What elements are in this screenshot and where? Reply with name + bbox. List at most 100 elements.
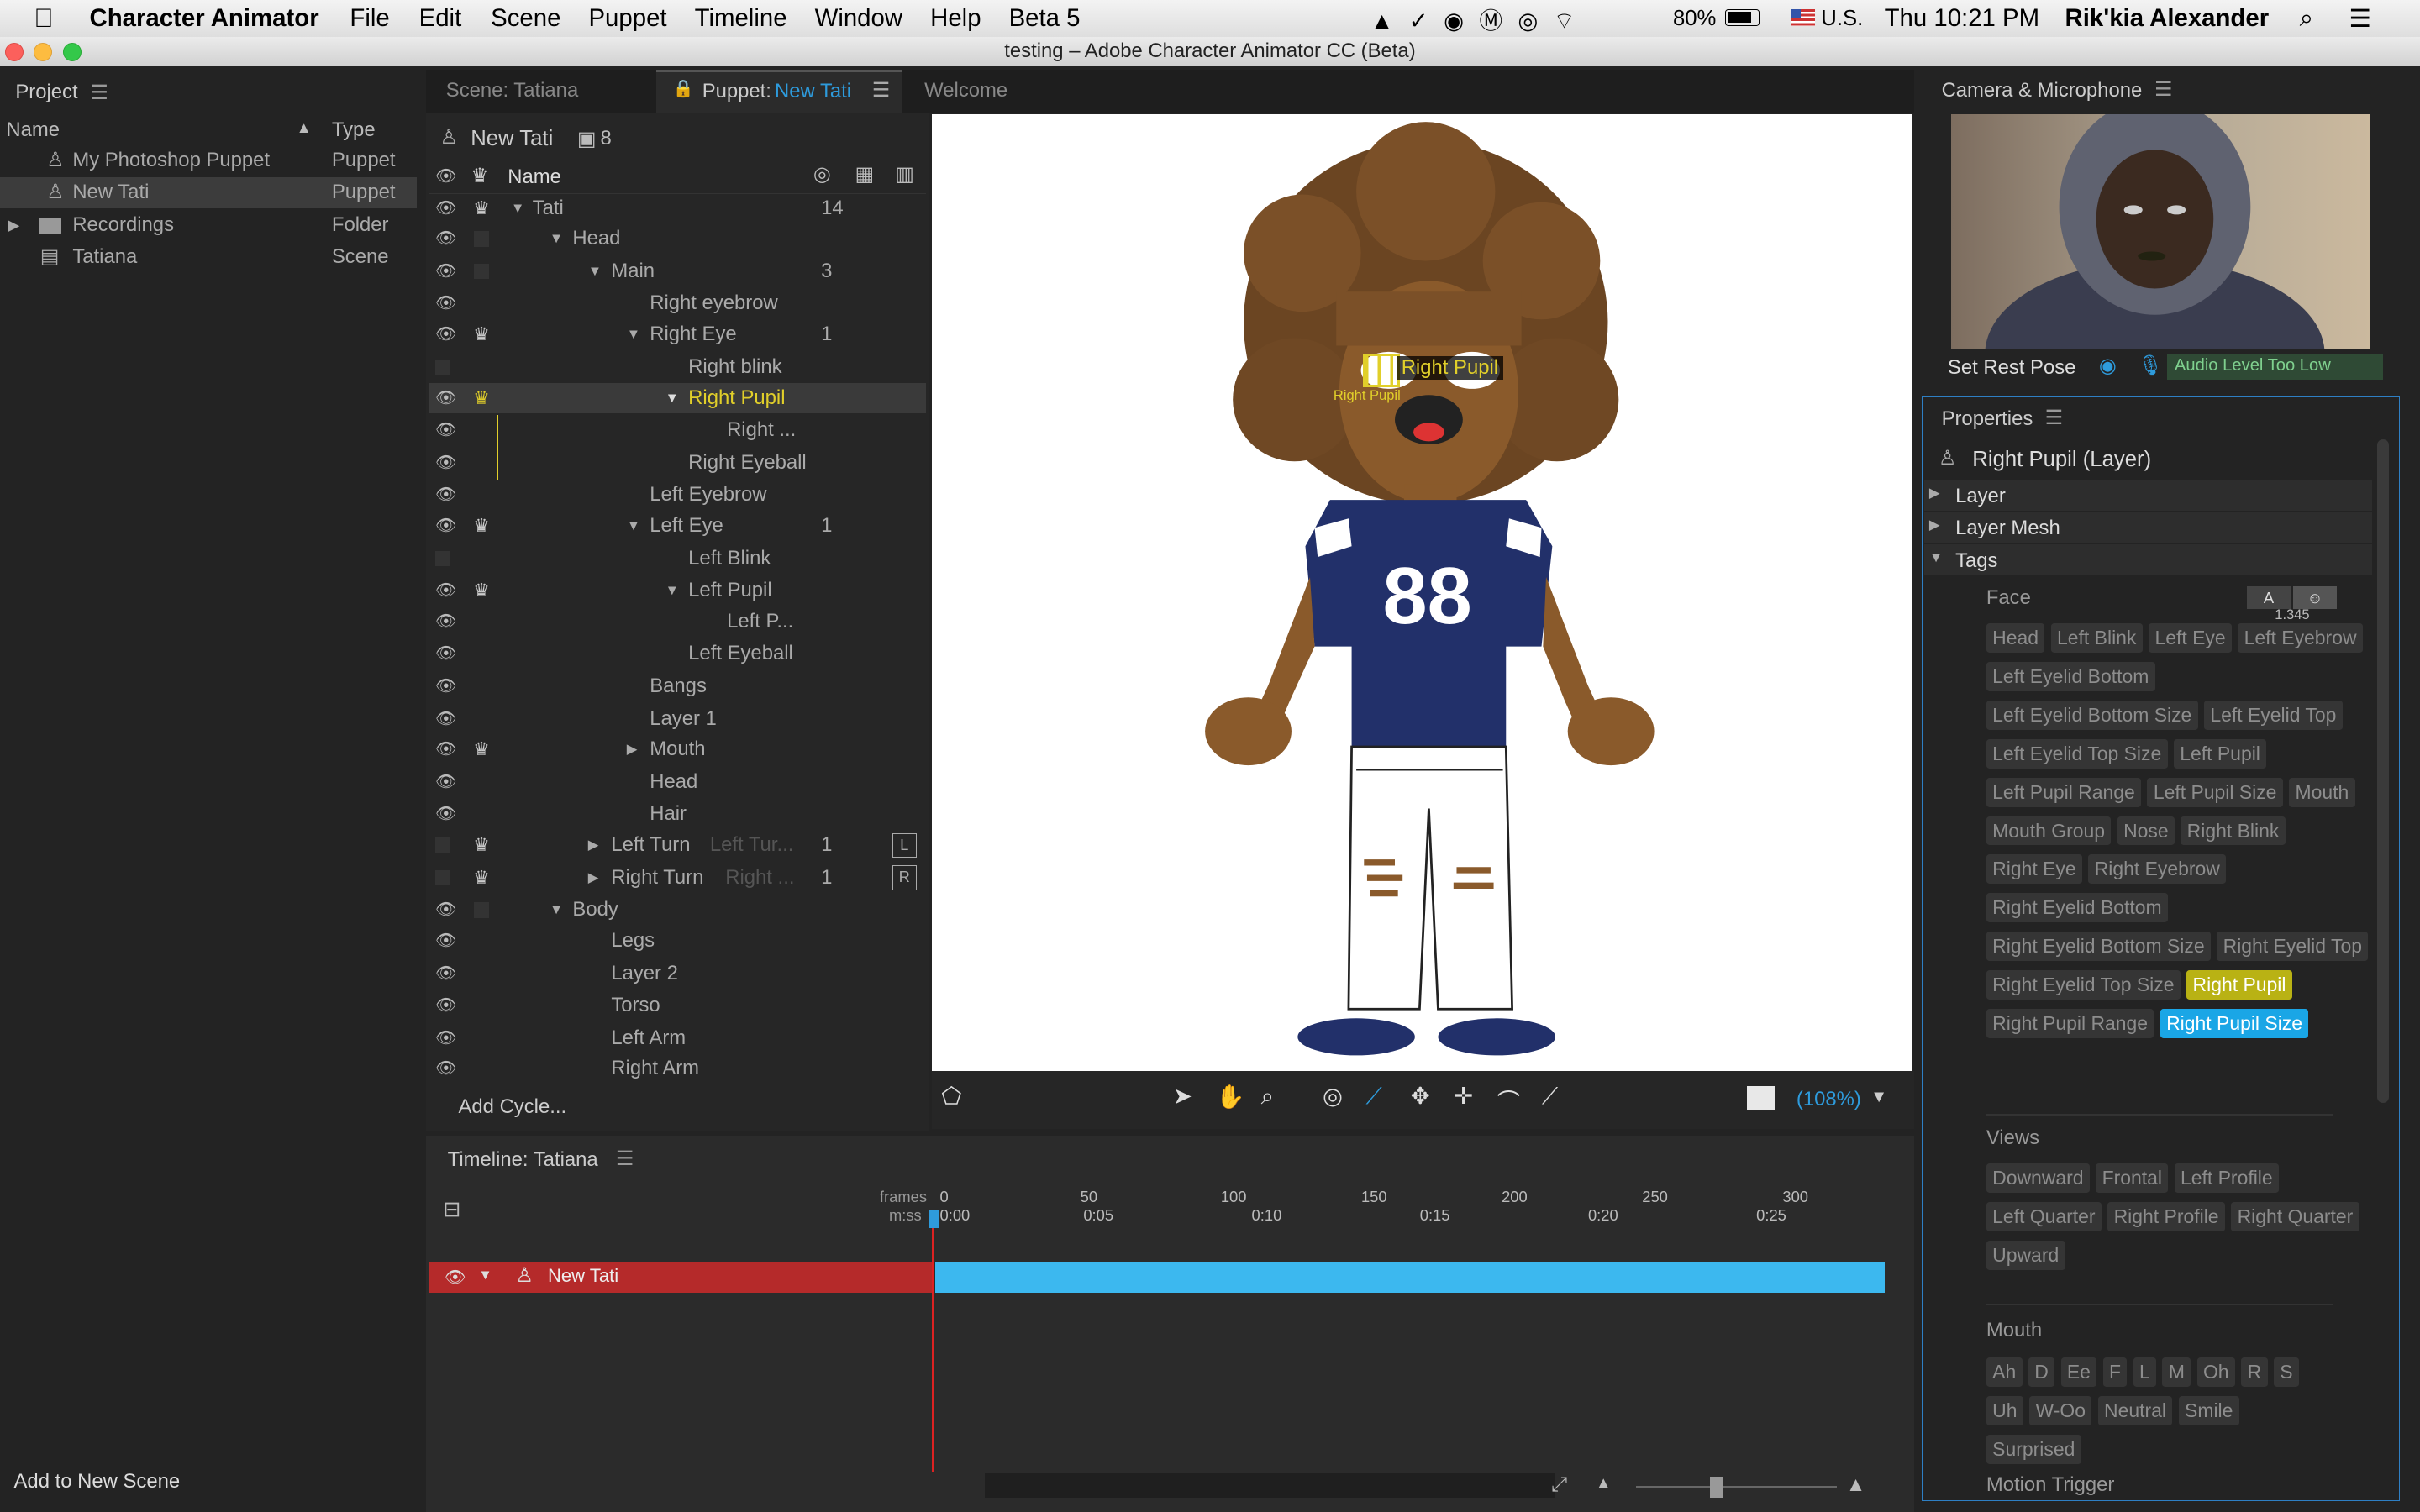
chevron-down-icon[interactable]: ▼ [478, 1267, 492, 1284]
tree-row[interactable]: 👁 ♛ ▼ Left Eye 1 [429, 511, 926, 542]
tag-left-pupil-range[interactable]: Left Pupil Range [1986, 777, 2142, 807]
menu-timeline[interactable]: Timeline [695, 4, 787, 33]
spotlight-icon[interactable]: ⌕ [2300, 4, 2313, 33]
menu-beta[interactable]: Beta 5 [1009, 4, 1081, 33]
tree-row[interactable]: 👁 Left P... [429, 606, 926, 638]
tab-welcome[interactable]: Welcome [924, 79, 1007, 102]
timeline-options-icon[interactable]: ⊟ [443, 1197, 461, 1222]
project-col-name[interactable]: Name [6, 118, 60, 142]
tree-row[interactable]: Left Blink [429, 543, 926, 575]
tree-row[interactable]: 👁 Right eyebrow [429, 288, 926, 319]
user-name[interactable]: Rik'kia Alexander [2065, 4, 2270, 33]
tree-row[interactable]: 👁 Bangs [429, 671, 926, 702]
tag-right-blink[interactable]: Right Blink [2181, 816, 2286, 846]
list-item[interactable]: ♙ New Tati Puppet [0, 177, 417, 208]
apple-icon[interactable]:  [34, 3, 58, 34]
tag-w-oo[interactable]: W-Oo [2029, 1396, 2092, 1426]
tree-row[interactable]: 👁 ♛ ▼ Tati 14 [429, 193, 926, 224]
list-item[interactable]: ▶ Recordings Folder [0, 210, 417, 241]
puppet-canvas[interactable]: 88 Right Pupil Right Pupil [932, 113, 1912, 1071]
tag-frontal[interactable]: Frontal [2096, 1163, 2169, 1193]
tag-uh[interactable]: Uh [1986, 1396, 2023, 1426]
tag-downward[interactable]: Downward [1986, 1163, 2090, 1193]
menu-window[interactable]: Window [815, 4, 902, 33]
tag-left-pupil-size[interactable]: Left Pupil Size [2147, 777, 2283, 807]
camera-toggle-icon[interactable]: ◉ [2099, 354, 2117, 378]
eye-icon[interactable]: 👁 [435, 165, 457, 186]
tag-left-pupil[interactable]: Left Pupil [2173, 738, 2267, 769]
dragger-tool-icon[interactable]: ✛ [1454, 1083, 1473, 1110]
stick-tool-icon[interactable]: ⌒ [1497, 1083, 1521, 1116]
measure-tool-icon[interactable]: ⟋ [1542, 1083, 1558, 1110]
tag-oh[interactable]: Oh [2196, 1357, 2235, 1388]
origin-tool-icon[interactable]: ◎ [1323, 1083, 1343, 1110]
tag-right-eyebrow[interactable]: Right Eyebrow [2088, 854, 2227, 885]
tag-left-eyebrow[interactable]: Left Eyebrow [2238, 623, 2363, 653]
tag-f[interactable]: F [2102, 1357, 2128, 1388]
section-layer[interactable]: ▶ Layer [1924, 480, 2372, 511]
notification-icon[interactable]: ☰ [2349, 4, 2370, 34]
status-icons[interactable]: ▲✓◉Ⓜ◎⌔ [1370, 2, 1591, 35]
timeline-zoom-slider[interactable] [1635, 1485, 1837, 1489]
tag-r[interactable]: R [2241, 1357, 2268, 1388]
panel-menu-icon[interactable]: ☰ [2045, 406, 2063, 430]
app-menu[interactable]: Character Animator [90, 4, 319, 33]
crown-icon[interactable]: ♛ [471, 164, 488, 188]
tree-row[interactable]: 👁 Legs [429, 926, 926, 957]
puppet-icon[interactable]: ⬠ [941, 1083, 961, 1110]
tree-row[interactable]: 👁 Left Eyebrow [429, 480, 926, 511]
tag-right-eye[interactable]: Right Eye [1986, 854, 2082, 885]
tag-right-eyelid-top[interactable]: Right Eyelid Top [2217, 932, 2369, 962]
tree-row[interactable]: 👁 Hair [429, 799, 926, 830]
tag-ee[interactable]: Ee [2060, 1357, 2097, 1388]
tree-row[interactable]: 👁 Left Eyeball [429, 638, 926, 669]
tree-row[interactable]: 👁 ♛ ▼ Left Pupil [429, 575, 926, 606]
close-window-button[interactable] [4, 43, 24, 62]
tab-puppet[interactable]: 🔒 Puppet: New Tati ☰ [655, 69, 903, 113]
tag-neutral[interactable]: Neutral [2097, 1396, 2173, 1426]
tag-right-profile[interactable]: Right Profile [2107, 1201, 2225, 1231]
record-icon[interactable]: ◎ [813, 162, 831, 186]
timeline-clip[interactable] [935, 1262, 1885, 1294]
tree-row[interactable]: ♛ ▶ Left Turn Left Tur... 1 L [429, 830, 926, 861]
tag-m[interactable]: M [2162, 1357, 2191, 1388]
panel-menu-icon[interactable]: ☰ [2154, 77, 2172, 102]
tag-right-quarter[interactable]: Right Quarter [2231, 1201, 2360, 1231]
tree-row[interactable]: 👁 ▼ Main 3 [429, 256, 926, 287]
properties-scrollbar[interactable] [2376, 439, 2390, 1104]
chevron-down-icon[interactable]: ▼ [1870, 1088, 1887, 1107]
flag-icon[interactable] [1790, 9, 1815, 27]
menu-file[interactable]: File [350, 4, 389, 33]
pin-tool-icon[interactable]: ✥ [1411, 1083, 1430, 1110]
tree-row[interactable]: 👁 ▼ Body [429, 895, 926, 926]
playhead[interactable] [932, 1209, 934, 1473]
project-col-type[interactable]: Type [332, 118, 376, 142]
tag-right-eyelid-bottom-size[interactable]: Right Eyelid Bottom Size [1986, 932, 2211, 962]
tag-head[interactable]: Head [1986, 623, 2045, 653]
tag-right-eyelid-top-size[interactable]: Right Eyelid Top Size [1986, 970, 2181, 1000]
calendar-icon[interactable]: ▦ [855, 162, 875, 186]
tab-menu-icon[interactable]: ☰ [872, 78, 890, 102]
tree-row[interactable]: 👁 Left Arm [429, 1023, 926, 1054]
tag-mouth-group[interactable]: Mouth Group [1986, 816, 2112, 846]
tree-row[interactable]: 👁 Right Arm [429, 1053, 926, 1084]
zoom-out-icon[interactable]: ▲ [1596, 1473, 1611, 1492]
select-tool-icon[interactable]: ➤ [1173, 1083, 1192, 1110]
tag-left-quarter[interactable]: Left Quarter [1986, 1201, 2102, 1231]
timeline-track-row[interactable]: 👁 ▼ ♙ New Tati [429, 1262, 933, 1294]
menu-scene[interactable]: Scene [491, 4, 560, 33]
tag-left-profile[interactable]: Left Profile [2174, 1163, 2279, 1193]
tag-left-eyelid-top-size[interactable]: Left Eyelid Top Size [1986, 738, 2168, 769]
tree-row[interactable]: 👁 Right Eyeball [429, 448, 926, 479]
zoom-in-icon[interactable]: ▲ [1846, 1473, 1866, 1497]
section-layer-mesh[interactable]: ▶ Layer Mesh [1924, 512, 2372, 543]
tag-right-pupil-size[interactable]: Right Pupil Size [2160, 1009, 2309, 1038]
tree-row[interactable]: Right blink [429, 352, 926, 383]
tag-right-pupil-range[interactable]: Right Pupil Range [1986, 1009, 2154, 1038]
set-rest-pose-button[interactable]: Set Rest Pose [1948, 356, 2076, 380]
background-swatch[interactable] [1747, 1086, 1776, 1110]
tree-row[interactable]: 👁 Right ... [429, 415, 926, 480]
sort-up-icon[interactable]: ▲ [297, 118, 312, 137]
tag-left-eyelid-bottom[interactable]: Left Eyelid Bottom [1986, 661, 2155, 691]
tag-d[interactable]: D [2028, 1357, 2055, 1388]
